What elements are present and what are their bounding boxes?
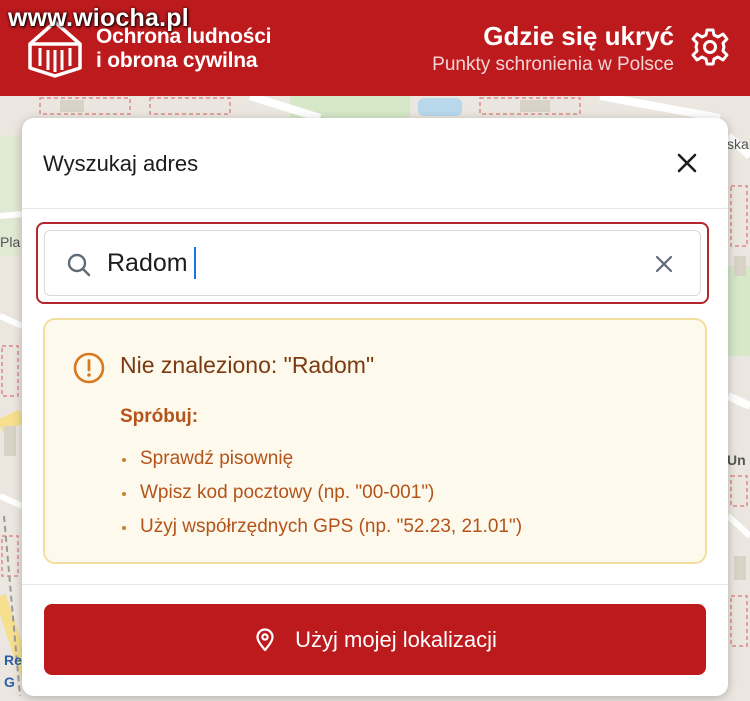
dialog-header: Wyszukaj adres xyxy=(22,118,728,209)
map-label: Re xyxy=(4,652,22,668)
warning-icon xyxy=(73,352,105,384)
dialog-title: Wyszukaj adres xyxy=(43,151,199,176)
map-label: Un xyxy=(727,452,746,468)
use-my-location-label: Użyj mojej lokalizacji xyxy=(295,626,497,652)
notice-try-label: Spróbuj: xyxy=(120,406,199,427)
list-item: Sprawdź pisownię xyxy=(120,442,522,476)
header-heading: Gdzie się ukryć Punkty schronienia w Pol… xyxy=(432,20,674,78)
gear-icon[interactable] xyxy=(690,27,730,67)
list-item: Wpisz kod pocztowy (np. "00-001") xyxy=(120,476,522,510)
use-my-location-button[interactable]: Użyj mojej lokalizacji xyxy=(44,604,706,675)
text-cursor xyxy=(194,247,196,279)
location-pin-icon xyxy=(256,627,274,651)
brand-line-2: i obrona cywilna xyxy=(96,49,258,72)
page-title: Gdzie się ukryć xyxy=(483,21,674,51)
search-icon xyxy=(67,253,91,277)
map-label: Pla xyxy=(0,234,21,250)
search-input[interactable] xyxy=(107,241,627,285)
search-dialog: Wyszukaj adres Radom Nie znaleziono: "Ra… xyxy=(22,118,728,696)
dialog-footer: Użyj mojej lokalizacji xyxy=(22,584,728,696)
list-item: Użyj współrzędnych GPS (np. "52.23, 21.0… xyxy=(120,510,522,544)
search-field[interactable] xyxy=(44,230,701,296)
not-found-notice: Nie znaleziono: "Radom" Spróbuj: Sprawdź… xyxy=(43,318,707,564)
app-screen: ska Un Pla Re G Ochrona ludności i obron… xyxy=(0,0,750,701)
map-label: G xyxy=(4,674,15,690)
page-subtitle: Punkty schronienia w Polsce xyxy=(432,54,674,75)
watermark: www.wiocha.pl xyxy=(8,4,189,32)
app-header: Ochrona ludności i obrona cywilna www.wi… xyxy=(0,0,750,96)
clear-icon[interactable] xyxy=(654,254,674,274)
search-focus-ring xyxy=(36,222,709,304)
notice-title: Nie znaleziono: "Radom" xyxy=(120,352,375,378)
map-label: ska xyxy=(727,136,749,152)
close-icon[interactable] xyxy=(676,152,698,174)
tips-list: Sprawdź pisownię Wpisz kod pocztowy (np.… xyxy=(120,442,522,544)
